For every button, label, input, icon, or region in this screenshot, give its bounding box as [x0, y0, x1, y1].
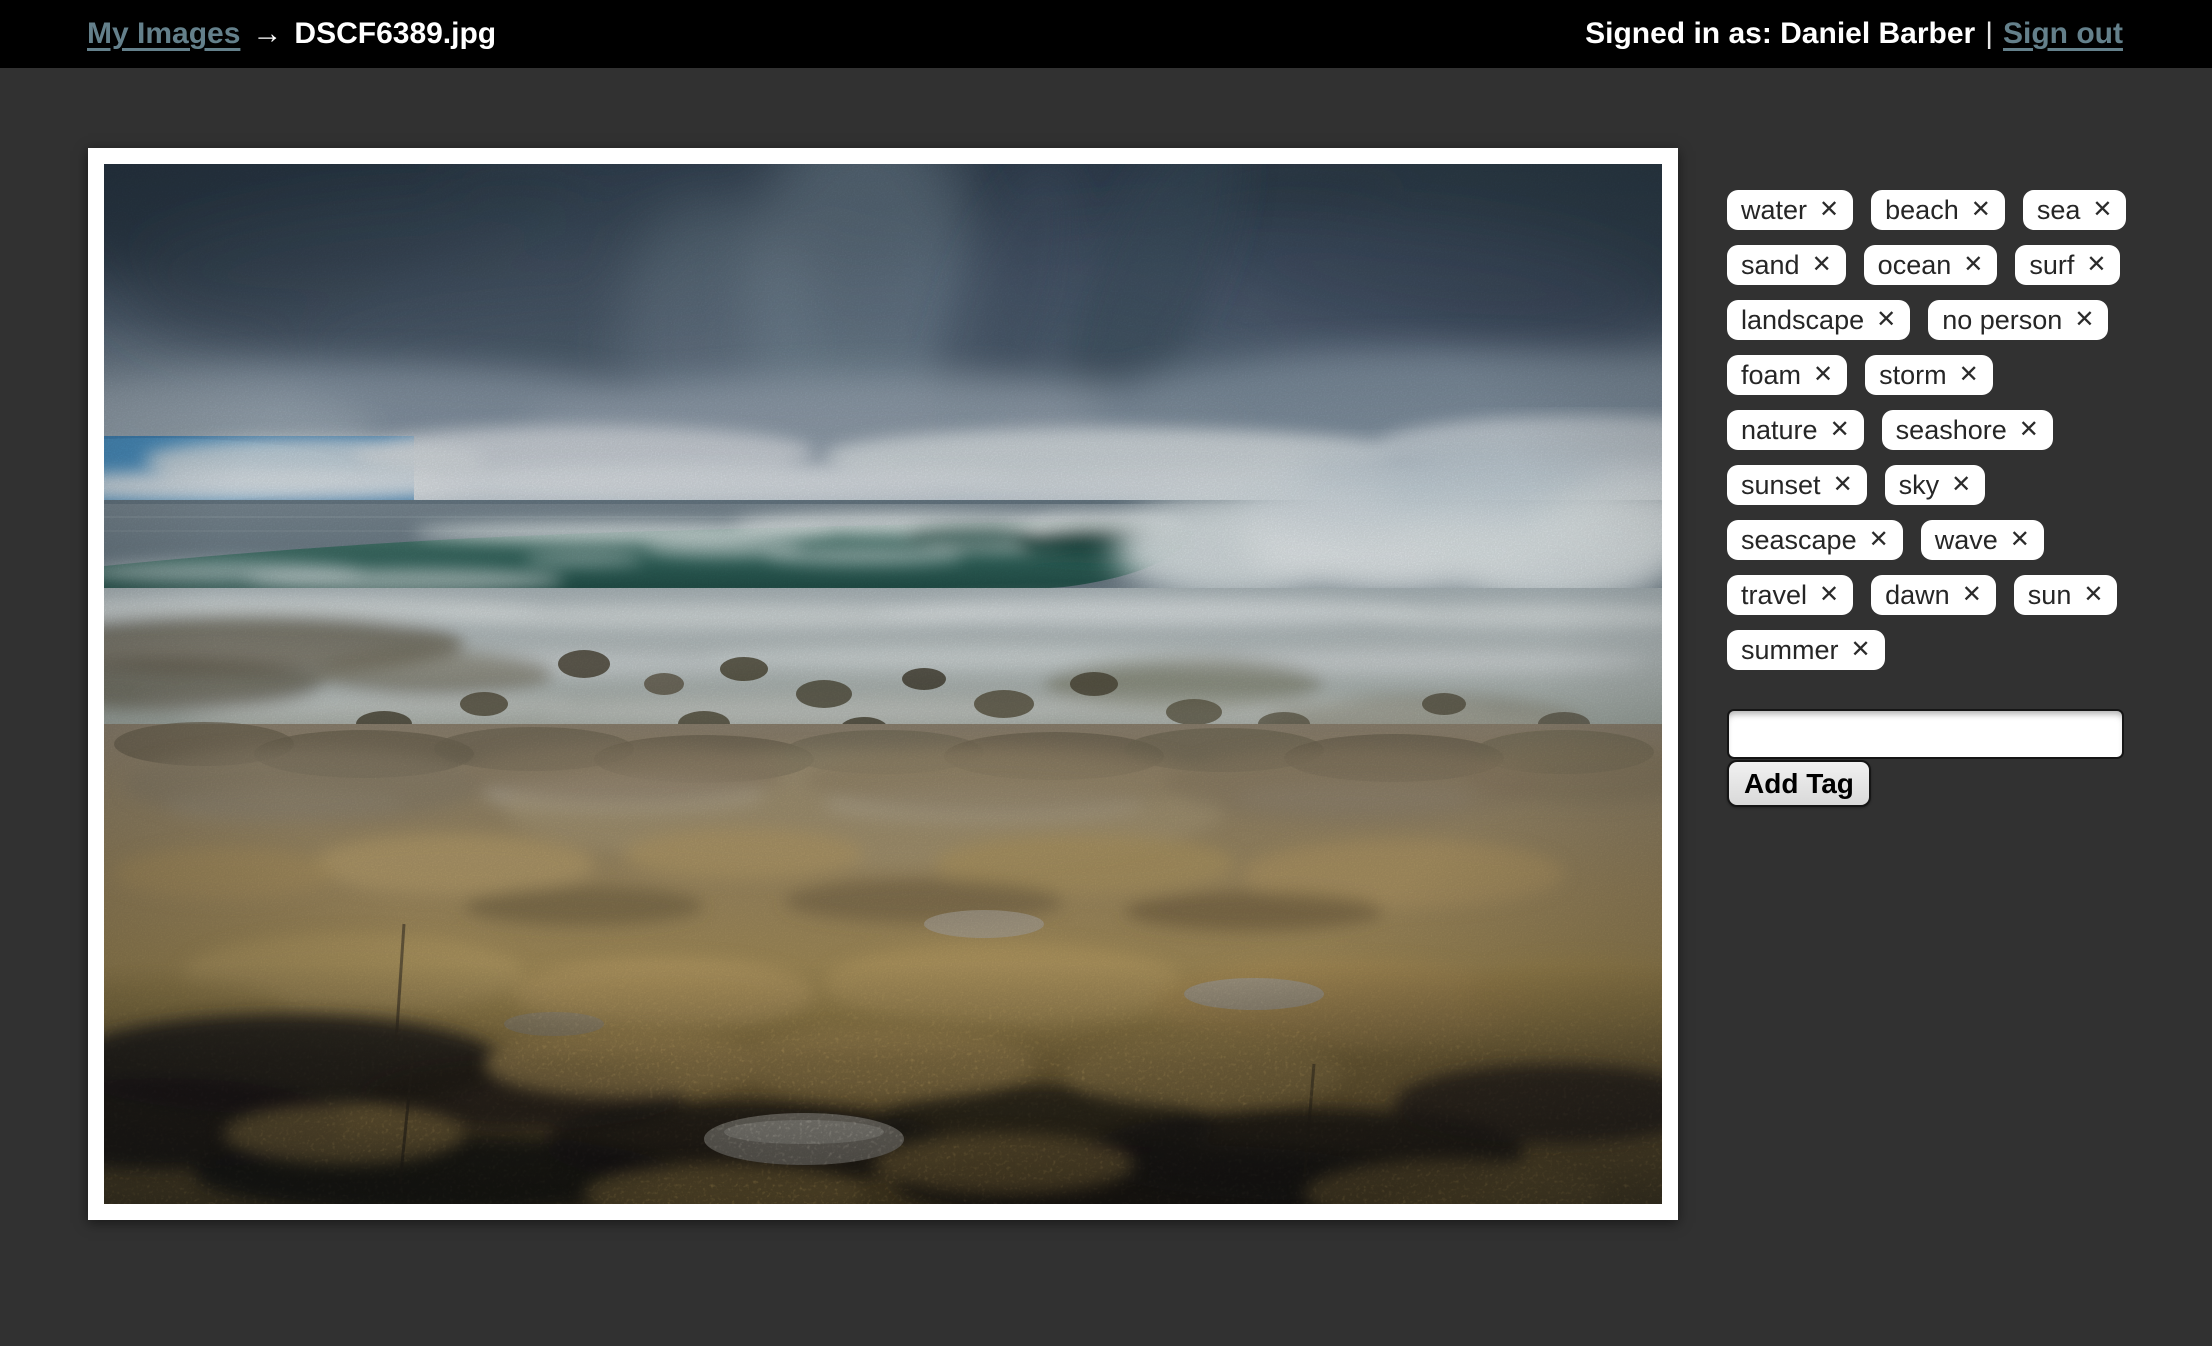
tag-label: no person — [1942, 300, 2062, 340]
tag-pill: sand ✕ — [1727, 245, 1846, 285]
breadcrumb-arrow-icon: → — [252, 17, 282, 50]
remove-tag-button[interactable]: ✕ — [1963, 253, 1983, 277]
tag-pill: seashore ✕ — [1882, 410, 2053, 450]
remove-tag-button[interactable]: ✕ — [1830, 418, 1850, 442]
tag-row: sunset ✕ sky ✕ — [1727, 465, 2157, 505]
tag-label: beach — [1885, 190, 1959, 230]
tag-row: nature ✕ seashore ✕ — [1727, 410, 2157, 450]
tag-pill: wave ✕ — [1921, 520, 2044, 560]
tag-row: landscape ✕ no person ✕ — [1727, 300, 2157, 340]
tag-label: sea — [2037, 190, 2081, 230]
session-area: Signed in as: Daniel Barber | Sign out — [1585, 17, 2123, 51]
remove-tag-button[interactable]: ✕ — [2019, 418, 2039, 442]
remove-tag-button[interactable]: ✕ — [1851, 638, 1871, 662]
tag-pill: sky ✕ — [1885, 465, 1986, 505]
tag-pill: no person ✕ — [1928, 300, 2108, 340]
tag-label: foam — [1741, 355, 1801, 395]
tag-pill: water ✕ — [1727, 190, 1853, 230]
remove-tag-button[interactable]: ✕ — [1971, 198, 1991, 222]
remove-tag-button[interactable]: ✕ — [1962, 583, 1982, 607]
remove-tag-button[interactable]: ✕ — [2010, 528, 2030, 552]
photo-frame — [88, 148, 1678, 1220]
tag-row: travel ✕ dawn ✕ sun ✕ — [1727, 575, 2157, 615]
tag-pill: nature ✕ — [1727, 410, 1864, 450]
tag-label: nature — [1741, 410, 1818, 450]
tag-pill: sunset ✕ — [1727, 465, 1867, 505]
tag-pill: sun ✕ — [2014, 575, 2118, 615]
tag-label: wave — [1935, 520, 1998, 560]
remove-tag-button[interactable]: ✕ — [2083, 583, 2103, 607]
photo-filename: DSCF6389.jpg — [294, 17, 496, 50]
tag-label: summer — [1741, 630, 1839, 670]
tag-pill: sea ✕ — [2023, 190, 2127, 230]
tag-label: sun — [2028, 575, 2072, 615]
remove-tag-button[interactable]: ✕ — [1812, 253, 1832, 277]
tag-pill: beach ✕ — [1871, 190, 2005, 230]
tag-row: sand ✕ ocean ✕ surf ✕ — [1727, 245, 2157, 285]
remove-tag-button[interactable]: ✕ — [1833, 473, 1853, 497]
tag-label: dawn — [1885, 575, 1950, 615]
tag-label: water — [1741, 190, 1807, 230]
tag-row: summer ✕ — [1727, 630, 2157, 670]
remove-tag-button[interactable]: ✕ — [1813, 363, 1833, 387]
tag-list: water✕beach✕sea✕sand✕ocean✕surf✕landscap… — [1727, 190, 2157, 670]
tag-label: travel — [1741, 575, 1807, 615]
tag-pill: storm ✕ — [1865, 355, 1993, 395]
top-bar: My Images → DSCF6389.jpg Signed in as: Dan… — [0, 0, 2212, 68]
breadcrumb-my-images-link[interactable]: My Images — [87, 17, 240, 50]
tag-label: storm — [1879, 355, 1947, 395]
tag-label: sky — [1899, 465, 1940, 505]
tag-row: foam ✕ storm ✕ — [1727, 355, 2157, 395]
tag-label: sunset — [1741, 465, 1821, 505]
remove-tag-button[interactable]: ✕ — [1959, 363, 1979, 387]
tag-label: seascape — [1741, 520, 1857, 560]
signed-in-text: Signed in as: Daniel Barber — [1585, 17, 1975, 50]
signout-link[interactable]: Sign out — [2003, 17, 2123, 50]
session-divider: | — [1985, 17, 1993, 50]
tag-pill: foam ✕ — [1727, 355, 1847, 395]
tag-input[interactable] — [1727, 709, 2124, 759]
remove-tag-button[interactable]: ✕ — [1876, 308, 1896, 332]
tag-label: sand — [1741, 245, 1800, 285]
tag-row: seascape ✕ wave ✕ — [1727, 520, 2157, 560]
remove-tag-button[interactable]: ✕ — [2092, 198, 2112, 222]
tag-pill: surf ✕ — [2015, 245, 2120, 285]
remove-tag-button[interactable]: ✕ — [1951, 473, 1971, 497]
photo-image — [104, 164, 1662, 1204]
tag-pill: travel ✕ — [1727, 575, 1853, 615]
tag-pill: summer ✕ — [1727, 630, 1885, 670]
remove-tag-button[interactable]: ✕ — [1819, 583, 1839, 607]
tag-row: water ✕ beach ✕ sea ✕ — [1727, 190, 2157, 230]
remove-tag-button[interactable]: ✕ — [1869, 528, 1889, 552]
remove-tag-button[interactable]: ✕ — [1819, 198, 1839, 222]
tag-pill: seascape ✕ — [1727, 520, 1903, 560]
remove-tag-button[interactable]: ✕ — [2086, 253, 2106, 277]
tag-pill: ocean ✕ — [1864, 245, 1998, 285]
tag-pill: dawn ✕ — [1871, 575, 1996, 615]
add-tag-form: Add Tag — [1727, 709, 2157, 807]
remove-tag-button[interactable]: ✕ — [2074, 308, 2094, 332]
tags-panel: water✕beach✕sea✕sand✕ocean✕surf✕landscap… — [1727, 190, 2157, 807]
tag-pill: landscape ✕ — [1727, 300, 1910, 340]
breadcrumb: My Images → DSCF6389.jpg — [87, 17, 496, 51]
add-tag-button[interactable]: Add Tag — [1727, 760, 1871, 807]
tag-label: landscape — [1741, 300, 1864, 340]
tag-label: seashore — [1896, 410, 2007, 450]
tag-label: surf — [2029, 245, 2074, 285]
tag-label: ocean — [1878, 245, 1952, 285]
